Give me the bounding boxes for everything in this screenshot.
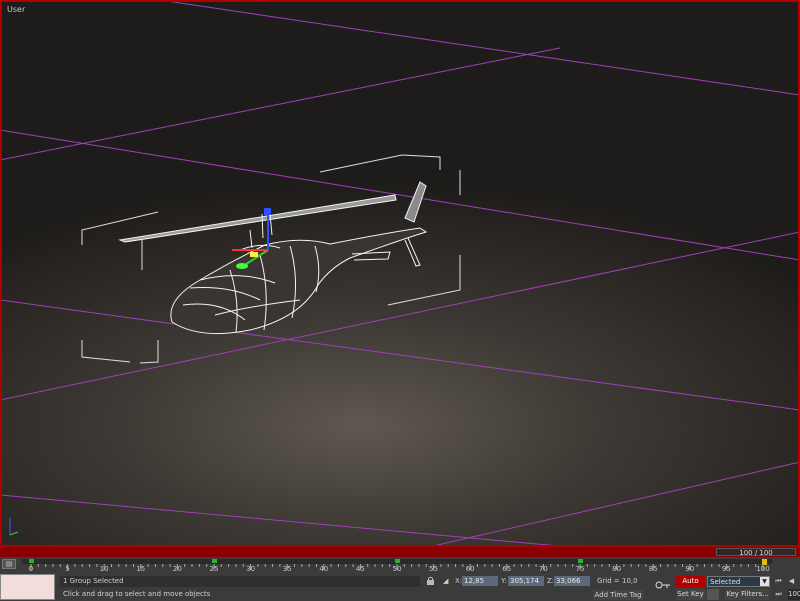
- prompt-line: Click and drag to select and move object…: [63, 590, 211, 598]
- key-icon[interactable]: [655, 580, 671, 590]
- tick-label: 30: [246, 565, 256, 573]
- tick-label: 0: [28, 565, 34, 573]
- maxscript-listener[interactable]: [0, 574, 55, 600]
- tick-label: 10: [99, 565, 109, 573]
- z-coordinate-field[interactable]: 33,066: [554, 576, 590, 586]
- tick-label: 75: [575, 565, 585, 573]
- tick-label: 85: [648, 565, 658, 573]
- axis-tripod: [9, 518, 19, 536]
- tick-label: 25: [209, 565, 219, 573]
- x-coordinate-field[interactable]: 12,85: [462, 576, 498, 586]
- selection-status: 1 Group Selected: [60, 576, 420, 587]
- tick-label: 40: [319, 565, 329, 573]
- add-time-tag-button[interactable]: Add Time Tag: [593, 590, 643, 600]
- tick-label: 15: [136, 565, 146, 573]
- key-mode-icon[interactable]: ⏭: [774, 589, 783, 599]
- viewport-scene: [2, 2, 798, 545]
- tick-label: 95: [721, 565, 731, 573]
- construction-grid: [2, 2, 798, 545]
- absolute-mode-icon[interactable]: ◢: [443, 576, 448, 587]
- open-mini-curve-editor-icon[interactable]: ▤: [2, 559, 16, 569]
- tick-label: 65: [502, 565, 512, 573]
- tick-label: 55: [429, 565, 439, 573]
- perspective-viewport[interactable]: User: [0, 0, 800, 547]
- y-label: Y:: [501, 577, 507, 585]
- tick-label: 80: [612, 565, 622, 573]
- tick-label: 20: [172, 565, 182, 573]
- current-frame-field[interactable]: 100: [788, 589, 800, 600]
- tick-label: 90: [685, 565, 695, 573]
- tick-label: 70: [538, 565, 548, 573]
- key-filters-button[interactable]: Key Filters...: [725, 589, 770, 600]
- helicopter-wireframe[interactable]: [118, 181, 428, 335]
- grid-spacing: Grid = 10,0: [597, 577, 638, 585]
- y-coordinate-field[interactable]: 305,174: [508, 576, 544, 586]
- tick-label: 35: [282, 565, 292, 573]
- default-tangent-icon[interactable]: [707, 589, 719, 600]
- time-slider-track[interactable]: 100 / 100: [0, 547, 800, 557]
- auto-key-button[interactable]: Auto Key: [676, 576, 705, 596]
- time-slider[interactable]: 100 / 100: [716, 548, 796, 557]
- dropdown-arrow-icon[interactable]: ▼: [760, 577, 769, 586]
- tick-label: 50: [392, 565, 402, 573]
- tick-label: 60: [465, 565, 475, 573]
- previous-frame-icon[interactable]: ◀: [787, 576, 796, 586]
- bottom-panel: 100 / 100 ▤ 0 5 10 15 20 25 30 35 40 45 50 55 60 65 70…: [0, 547, 800, 601]
- set-key-button[interactable]: Set Key: [676, 589, 705, 600]
- tick-label: 45: [355, 565, 365, 573]
- go-to-start-icon[interactable]: ⏮: [774, 576, 783, 586]
- selection-lock-icon[interactable]: [426, 576, 435, 585]
- tick-label: 5: [65, 565, 70, 573]
- tick-label: 100: [756, 565, 770, 573]
